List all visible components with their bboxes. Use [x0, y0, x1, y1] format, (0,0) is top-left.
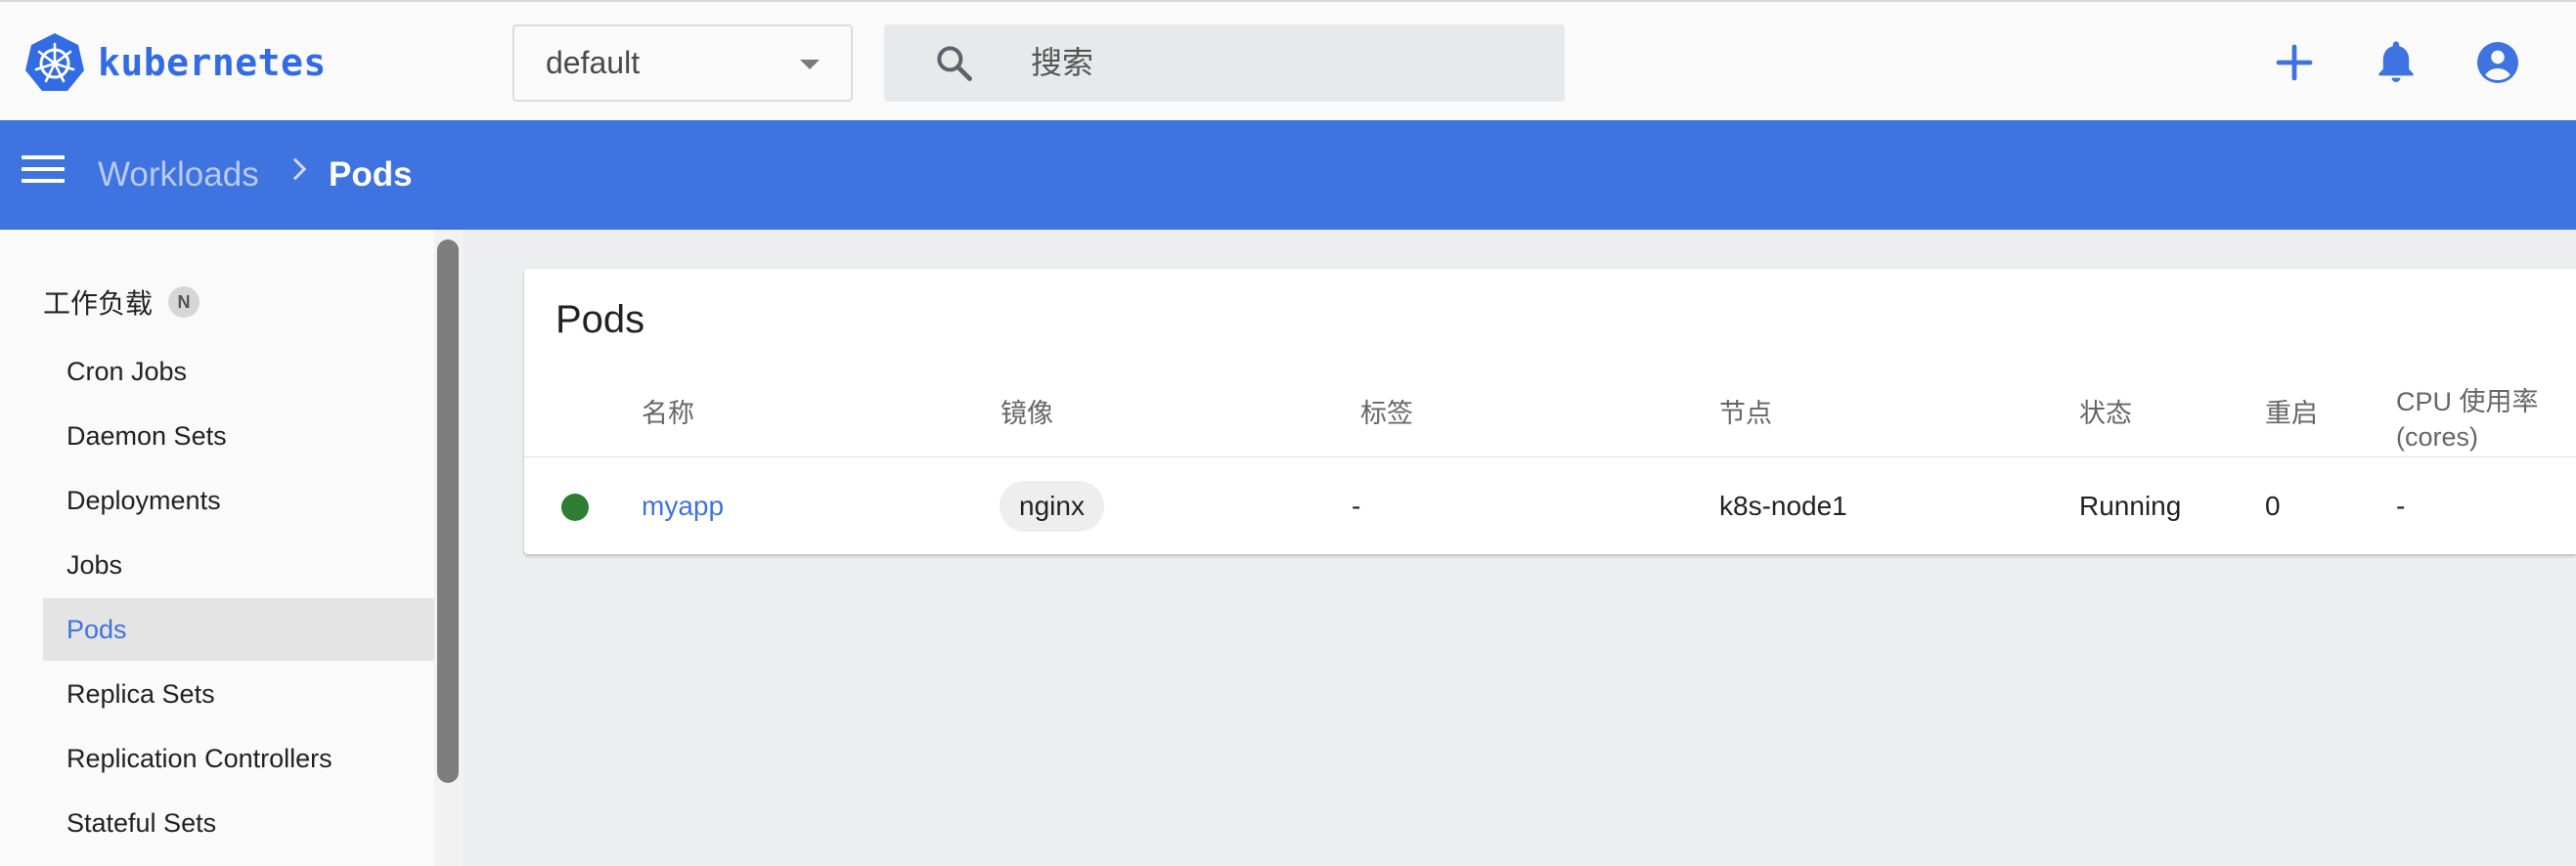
menu-icon [22, 155, 65, 159]
column-header-cpu-title: CPU 使用率 [2396, 387, 2539, 416]
column-header-node: 节点 [1719, 399, 1772, 428]
card-title: Pods [555, 298, 645, 341]
pod-node[interactable]: k8s-node1 [1719, 489, 1847, 524]
sidebar-item-replica-sets[interactable]: Replica Sets [43, 663, 434, 725]
sidebar-item-label: Replication Controllers [67, 743, 333, 773]
add-icon [2276, 44, 2313, 81]
sidebar-item-replication-controllers[interactable]: Replication Controllers [43, 727, 434, 790]
sidebar-item-label: Replica Sets [67, 678, 215, 709]
account-icon [2477, 42, 2518, 83]
menu-button[interactable] [22, 155, 65, 195]
pods-card: Pods 名称 镜像 标签 节点 状态 重启 CPU 使用率 (cores) m… [524, 269, 2576, 554]
pod-cpu: - [2396, 491, 2406, 521]
pod-name-link[interactable]: myapp [642, 489, 724, 524]
account-button[interactable] [2470, 35, 2525, 90]
kubernetes-logo[interactable]: kubernetes [23, 31, 327, 94]
sidebar-item-pods[interactable]: Pods [43, 598, 434, 661]
image-chip: nginx [999, 481, 1104, 532]
column-header-restarts[interactable]: 重启 [2265, 396, 2318, 431]
column-header-cpu: CPU 使用率 (cores) [2396, 384, 2539, 455]
sidebar-item-label: Pods [67, 614, 127, 644]
sidebar-scrollbar-thumb[interactable] [437, 239, 459, 783]
column-header-status: 状态 [2079, 399, 2132, 428]
namespace-select[interactable]: default [512, 24, 853, 102]
breadcrumb-workloads[interactable]: Workloads [98, 155, 259, 195]
sidebar-item-jobs[interactable]: Jobs [43, 534, 434, 596]
sidebar-item-label: Jobs [67, 549, 123, 580]
pod-restarts: 0 [2265, 491, 2281, 521]
sidebar-item-label: Cron Jobs [67, 356, 188, 386]
column-header-labels: 标签 [1360, 399, 1413, 428]
namespace-value: default [546, 45, 641, 80]
breadcrumb-bar: Workloads Pods [0, 120, 2576, 230]
notifications-button[interactable] [2369, 35, 2423, 90]
kubernetes-wheel-icon [25, 33, 84, 91]
sidebar-section-workloads[interactable]: 工作负载 N [43, 282, 200, 322]
sidebar-item-label: Deployments [67, 485, 221, 515]
pod-labels: - [1352, 491, 1361, 521]
sidebar-section-label: 工作负载 [43, 288, 154, 319]
sidebar-item-cron-jobs[interactable]: Cron Jobs [43, 340, 434, 403]
namespaced-badge: N [168, 286, 200, 318]
app-title: kubernetes [98, 41, 327, 84]
pod-status: Running [2079, 491, 2182, 521]
header-divider [524, 456, 2576, 457]
sidebar-item-deployments[interactable]: Deployments [43, 469, 434, 532]
sidebar-item-label: Stateful Sets [67, 807, 217, 838]
column-header-name[interactable]: 名称 [642, 396, 694, 431]
sidebar-item-daemon-sets[interactable]: Daemon Sets [43, 405, 434, 467]
top-bar: kubernetes default [0, 0, 2576, 120]
sidebar: 工作负载 N Cron Jobs Daemon Sets Deployments… [0, 230, 464, 866]
column-header-image: 镜像 [1000, 399, 1053, 428]
chevron-right-icon [284, 157, 307, 181]
sidebar-item-label: Daemon Sets [67, 420, 227, 451]
column-header-cpu-unit: (cores) [2396, 422, 2479, 452]
bell-icon [2378, 41, 2414, 82]
create-button[interactable] [2267, 35, 2322, 90]
breadcrumb-current: Pods [329, 155, 413, 194]
dropdown-arrow-icon [800, 60, 820, 69]
search-icon [937, 46, 972, 81]
search-input[interactable] [1029, 24, 1537, 102]
search-box[interactable] [884, 24, 1565, 102]
status-dot-icon [561, 494, 589, 521]
sidebar-item-stateful-sets[interactable]: Stateful Sets [43, 792, 434, 854]
